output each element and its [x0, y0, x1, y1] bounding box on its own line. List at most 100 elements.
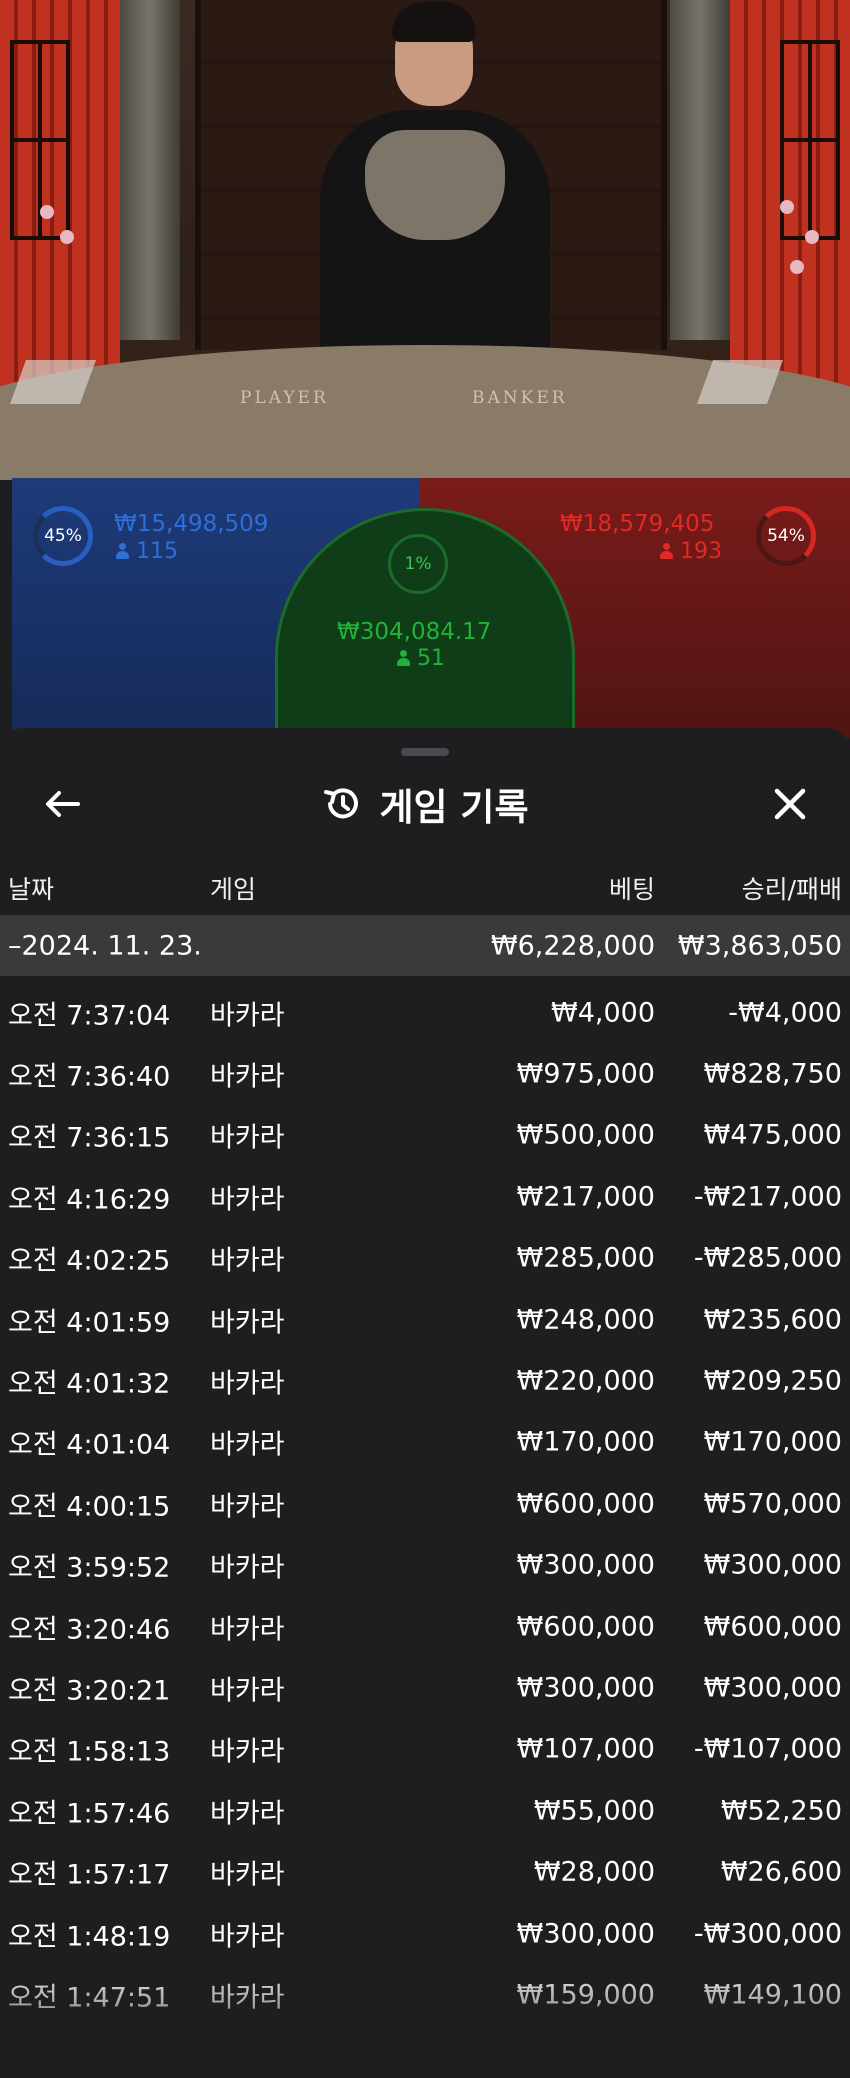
close-icon	[774, 788, 806, 820]
row-game: 바카라	[210, 1122, 285, 1154]
history-row[interactable]: 오전 7:36:40 바카라 ₩975,000 ₩828,750	[0, 1043, 850, 1104]
row-game: 바카라	[210, 1491, 285, 1523]
date-group-bet-total: ₩6,228,000	[490, 930, 655, 961]
history-row[interactable]: 오전 4:01:59 바카라 ₩248,000 ₩235,600	[0, 1289, 850, 1350]
user-icon	[660, 543, 673, 559]
banker-percent-ring: 54%	[756, 506, 816, 566]
row-time: 오전 1:58:13	[8, 1736, 171, 1768]
row-time: 오전 7:36:15	[8, 1122, 171, 1154]
table-label-player: PLAYER	[240, 388, 329, 408]
row-result: ₩52,250	[720, 1795, 842, 1827]
row-bet: ₩248,000	[516, 1304, 655, 1335]
history-row[interactable]: 오전 7:37:04 바카라 ₩4,000 -₩4,000	[0, 982, 850, 1043]
row-time: 오전 1:48:19	[8, 1921, 171, 1952]
row-time: 오전 4:01:59	[8, 1307, 171, 1338]
tie-percent-ring: 1%	[388, 534, 448, 594]
banker-bet-amount: ₩18,579,405	[560, 511, 715, 537]
row-result: -₩107,000	[693, 1733, 842, 1765]
row-game: 바카라	[210, 1675, 285, 1707]
row-bet: ₩107,000	[516, 1733, 655, 1765]
history-row[interactable]: 오전 3:20:21 바카라 ₩300,000 ₩300,000	[0, 1657, 850, 1718]
table-label-banker: BANKER	[472, 388, 568, 408]
pillar-left	[120, 0, 180, 340]
row-time: 오전 7:37:04	[8, 1000, 171, 1031]
dealer-hair	[392, 2, 476, 42]
blossom-decoration	[40, 205, 54, 219]
row-game: 바카라	[210, 1798, 285, 1830]
row-bet: ₩600,000	[516, 1488, 655, 1520]
history-row[interactable]: 오전 1:57:17 바카라 ₩28,000 ₩26,600	[0, 1842, 850, 1903]
sheet-header: 게임 기록	[0, 776, 850, 832]
row-game: 바카라	[210, 1736, 285, 1768]
pillar-right	[670, 0, 730, 340]
row-time: 오전 3:59:52	[8, 1552, 171, 1584]
history-row[interactable]: 오전 4:00:15 바카라 ₩600,000 ₩570,000	[0, 1473, 850, 1534]
row-time: 오전 4:16:29	[8, 1184, 171, 1216]
history-row[interactable]: 오전 4:16:29 바카라 ₩217,000 -₩217,000	[0, 1166, 850, 1227]
row-result: ₩828,750	[703, 1058, 842, 1090]
row-bet: ₩220,000	[516, 1365, 655, 1397]
tie-bet-amount: ₩304,084.17	[337, 619, 492, 645]
user-icon	[116, 543, 129, 559]
row-time: 오전 7:36:40	[8, 1061, 171, 1093]
row-game: 바카라	[210, 1368, 285, 1400]
column-header-result: 승리/패배	[741, 875, 842, 904]
row-time: 오전 4:01:04	[8, 1429, 171, 1461]
row-result: ₩475,000	[703, 1119, 842, 1151]
row-result: ₩300,000	[703, 1672, 842, 1704]
row-result: ₩26,600	[720, 1856, 842, 1888]
history-row[interactable]: 오전 3:59:52 바카라 ₩300,000 ₩300,000	[0, 1535, 850, 1596]
row-result: -₩4,000	[728, 997, 842, 1028]
blossom-decoration	[60, 230, 74, 244]
row-time: 오전 3:20:21	[8, 1675, 171, 1707]
close-button[interactable]	[762, 776, 818, 832]
row-bet: ₩500,000	[516, 1119, 655, 1151]
history-row[interactable]: 오전 1:48:19 바카라 ₩300,000 -₩300,000	[0, 1903, 850, 1964]
row-time: 오전 3:20:46	[8, 1614, 171, 1645]
tie-bettor-count: 51	[397, 646, 445, 671]
row-game: 바카라	[210, 1614, 285, 1645]
history-row[interactable]: 오전 4:01:32 바카라 ₩220,000 ₩209,250	[0, 1350, 850, 1411]
row-result: ₩300,000	[703, 1549, 842, 1581]
player-bet-amount: ₩15,498,509	[114, 511, 269, 537]
row-time: 오전 4:02:25	[8, 1245, 171, 1277]
row-game: 바카라	[210, 1552, 285, 1584]
row-game: 바카라	[210, 1061, 285, 1093]
row-bet: ₩4,000	[551, 997, 655, 1028]
player-percent-ring: 45%	[33, 506, 93, 566]
row-result: ₩170,000	[703, 1426, 842, 1458]
row-result: ₩209,250	[703, 1365, 842, 1397]
row-time: 오전 4:00:15	[8, 1491, 171, 1523]
row-game: 바카라	[210, 1184, 285, 1216]
row-game: 바카라	[210, 1859, 285, 1891]
history-row[interactable]: 오전 4:02:25 바카라 ₩285,000 -₩285,000	[0, 1228, 850, 1289]
player-bettor-count: 115	[116, 539, 178, 564]
blossom-decoration	[790, 260, 804, 274]
date-group-row[interactable]: –2024. 11. 23. ₩6,228,000 ₩3,863,050	[0, 915, 850, 976]
row-game: 바카라	[210, 1000, 285, 1031]
history-row[interactable]: 오전 7:36:15 바카라 ₩500,000 ₩475,000	[0, 1105, 850, 1166]
history-icon	[324, 788, 359, 819]
sheet-drag-handle[interactable]	[401, 748, 449, 756]
row-bet: ₩28,000	[533, 1856, 655, 1888]
row-result: ₩235,600	[703, 1304, 842, 1335]
row-bet: ₩600,000	[516, 1611, 655, 1642]
date-group-date: –2024. 11. 23.	[8, 930, 202, 961]
row-bet: ₩300,000	[516, 1918, 655, 1949]
row-result: -₩285,000	[693, 1242, 842, 1274]
live-video-feed: PLAYER BANKER	[0, 0, 850, 480]
row-game: 바카라	[210, 1245, 285, 1277]
column-header-date: 날짜	[8, 875, 55, 904]
history-row[interactable]: 오전 1:58:13 바카라 ₩107,000 -₩107,000	[0, 1719, 850, 1780]
history-row[interactable]: 오전 3:20:46 바카라 ₩600,000 ₩600,000	[0, 1596, 850, 1657]
row-bet: ₩300,000	[516, 1672, 655, 1704]
row-bet: ₩55,000	[533, 1795, 655, 1827]
row-result: -₩217,000	[693, 1181, 842, 1213]
row-result: ₩600,000	[703, 1611, 842, 1642]
row-result: -₩300,000	[693, 1918, 842, 1949]
history-row[interactable]: 오전 1:57:46 바카라 ₩55,000 ₩52,250	[0, 1780, 850, 1841]
column-header-game: 게임	[210, 875, 257, 904]
row-bet: ₩170,000	[516, 1426, 655, 1458]
row-game: 바카라	[210, 1307, 285, 1338]
history-row[interactable]: 오전 4:01:04 바카라 ₩170,000 ₩170,000	[0, 1412, 850, 1473]
